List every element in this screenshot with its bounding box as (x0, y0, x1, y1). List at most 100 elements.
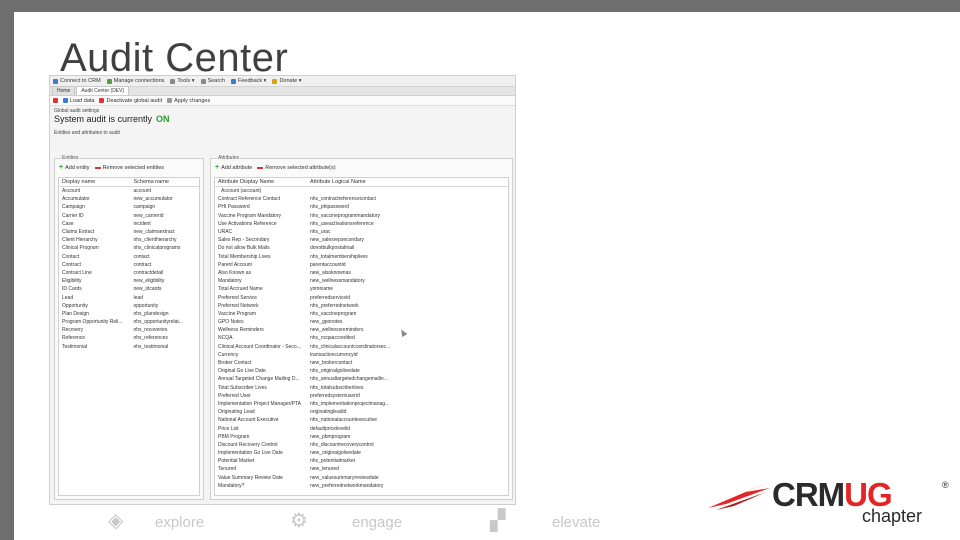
table-row[interactable]: Claims Extract new_claimsextract (59, 228, 199, 236)
table-row[interactable]: Contract Reference Contact nhs_contractre… (215, 195, 508, 203)
attribute-logical-name: new_valuesummaryreviewdate (310, 474, 379, 481)
table-row[interactable]: Vaccine Program nhs_vaccineprogram (215, 310, 508, 318)
add-attribute-button[interactable]: + Add attribute (215, 164, 252, 171)
table-row[interactable]: Parent Account parentaccountid (215, 261, 508, 269)
table-row[interactable]: Sales Rep - Secondary new_salesrepseconda… (215, 236, 508, 244)
table-row[interactable]: Mandatory new_wellnessmandatory (215, 277, 508, 285)
close-icon[interactable] (53, 98, 58, 103)
table-row[interactable]: Lead lead (59, 293, 199, 301)
toolbar-item-connecttocrm[interactable]: Connect to CRM (53, 78, 101, 84)
table-row[interactable]: Contract contract (59, 261, 199, 269)
attributes-grid: Attribute Display Name Attribute Logical… (214, 177, 509, 496)
tab-audit[interactable]: Audit Center (DEV) (76, 86, 130, 95)
table-row[interactable]: Accumulator new_accumulator (59, 195, 199, 203)
table-row[interactable]: Use Activations Reference nhs_useactivati… (215, 220, 508, 228)
remove-entities-button[interactable]: Remove selected entities (94, 165, 164, 171)
table-row[interactable]: Vaccine Program Mandatory nhs_vaccineprog… (215, 212, 508, 220)
table-row[interactable]: GPO Notes new_gponotes (215, 318, 508, 326)
add-entity-button[interactable]: + Add entity (59, 164, 90, 171)
table-row[interactable]: Client Hierarchy nhs_clienthierarchy (59, 236, 199, 244)
table-row[interactable]: Value Summary Review Date new_valuesummar… (215, 474, 508, 482)
remove-attributes-button[interactable]: Remove selected attribute(s) (257, 165, 336, 171)
table-row[interactable]: Carrier ID new_carrierid (59, 212, 199, 220)
table-row[interactable]: Total Accrued Name yominame (215, 285, 508, 293)
table-row[interactable]: Program Opportunity Reli... nhs_opportuni… (59, 318, 199, 326)
attribute-display-name: Preferred Service (218, 294, 257, 301)
apply-changes-button[interactable]: Apply changes (167, 98, 210, 104)
table-row[interactable]: Preferred Network nhs_preferrednetwork (215, 302, 508, 310)
table-row[interactable]: Clinical Program nhs_clinicalprograms (59, 244, 199, 252)
table-row[interactable]: Also Known as new_alsoknownas (215, 269, 508, 277)
table-row[interactable]: Contact contact (59, 253, 199, 261)
column-header[interactable]: Attribute Display Name (215, 179, 307, 185)
entity-schema-name: campaign (133, 204, 156, 211)
attribute-logical-name: defaultpricelevelid (310, 425, 351, 432)
entity-display-name: Accumulator (62, 196, 90, 203)
table-row[interactable]: Originating Lead originatingleadid (215, 408, 508, 416)
entity-display-name: Reference (62, 335, 86, 342)
deactivate-global-audit-button[interactable]: Deactivate global audit (99, 98, 162, 104)
table-row[interactable]: Total Membership Lives nhs_totalmembershi… (215, 253, 508, 261)
tab-home[interactable]: Home (52, 86, 76, 95)
table-row[interactable]: Broker Contact new_brokercontact (215, 359, 508, 367)
table-row[interactable]: ID Cards new_idcards (59, 285, 199, 293)
toolbar-item-donate[interactable]: Donate ▾ (272, 78, 301, 84)
entity-schema-name: account (133, 188, 151, 195)
toolbar-item-manageconnections[interactable]: Manage connections (106, 78, 164, 84)
entity-schema-name: nhs_plandesign (133, 310, 169, 317)
entity-schema-name: contract (133, 261, 152, 268)
table-row[interactable]: Eligibility new_eligibility (59, 277, 199, 285)
table-row[interactable]: Reference nhs_references (59, 334, 199, 342)
table-row[interactable]: National Account Executive nhs_nationalac… (215, 416, 508, 424)
entity-schema-name: new_eligibility (133, 278, 165, 285)
attribute-display-name: Mandatory? (218, 482, 245, 489)
table-row[interactable]: Annual Targeted Change Mailing D... nhs_a… (215, 375, 508, 383)
table-row[interactable]: Discount Recovery Control nhs_discountrec… (215, 441, 508, 449)
entity-schema-name: nhs_clienthierarchy (133, 237, 177, 244)
table-row[interactable]: Mandatory? new_preferrednetworkmandatory (215, 482, 508, 490)
table-row[interactable]: Testimonial nhs_testimonial (59, 343, 199, 351)
table-row[interactable]: Implementation Go Live Date new_originalg… (215, 449, 508, 457)
entity-schema-name: incident (133, 220, 151, 227)
toolbar-item-tools[interactable]: Tools ▾ (170, 78, 195, 84)
attribute-display-name: National Account Executive (218, 417, 279, 424)
table-row[interactable]: Case incident (59, 220, 199, 228)
table-row[interactable]: Do not allow Bulk Mails donotbulkpostalma… (215, 244, 508, 252)
table-row[interactable]: Potential Market nhs_potentialmarket (215, 457, 508, 465)
column-header[interactable]: Attribute Logical Name (307, 179, 407, 185)
table-row[interactable]: Price List defaultpricelevelid (215, 424, 508, 432)
table-row[interactable]: NCQA nhs_ncqaaccredited (215, 334, 508, 342)
toolbar-item-feedback[interactable]: Feedback ▾ (231, 78, 266, 84)
table-row[interactable]: Tenured new_tenured (215, 465, 508, 473)
table-row[interactable]: Preferred Service preferredserviceid (215, 293, 508, 301)
table-row[interactable]: Clinical Account Coordinator - Seco... nh… (215, 343, 508, 351)
table-row[interactable]: Original Go Live Date nhs_originalgolived… (215, 367, 508, 375)
table-row[interactable]: Preferred User preferredsystemuserid (215, 392, 508, 400)
table-row[interactable]: Recovery nhs_recoveries (59, 326, 199, 334)
entity-schema-name: nhs_recoveries (133, 327, 168, 334)
table-row[interactable]: Plan Design nhs_plandesign (59, 310, 199, 318)
attribute-logical-name: nhs_preferrednetwork (310, 302, 359, 309)
table-row[interactable]: Campaign campaign (59, 203, 199, 211)
table-row[interactable]: Account account (59, 187, 199, 195)
column-header[interactable]: Schema name (130, 179, 199, 185)
table-row[interactable]: Opportunity opportunity (59, 302, 199, 310)
table-row[interactable]: PHI Password nhs_phipassword (215, 203, 508, 211)
table-row[interactable]: PBM Program new_pbmprogram (215, 433, 508, 441)
attribute-display-name: Parent Account (218, 261, 252, 268)
entity-schema-name: contact (133, 253, 150, 260)
table-row[interactable]: URAC nhs_urac (215, 228, 508, 236)
attribute-logical-name: nhs_implementationprojectmanag... (310, 400, 390, 407)
load-data-button[interactable]: Load data (63, 98, 94, 104)
entity-display-name: Claims Extract (62, 229, 95, 236)
table-row[interactable]: Wellness Reminders new_wellnessreminders (215, 326, 508, 334)
toolbar-item-search[interactable]: Search (200, 78, 225, 84)
table-row[interactable]: Total Subscriber Lives nhs_totalsubscribe… (215, 384, 508, 392)
table-row[interactable]: Contract Line contractdetail (59, 269, 199, 277)
column-header[interactable]: Display name (59, 179, 130, 185)
table-row[interactable]: Implementation Project Manager/PTA nhs_im… (215, 400, 508, 408)
status-text: System audit is currently (54, 114, 153, 124)
group-row[interactable]: Account (account) (215, 187, 508, 195)
attribute-display-name: PHI Password (218, 204, 250, 211)
table-row[interactable]: Currency transactioncurrencyid (215, 351, 508, 359)
